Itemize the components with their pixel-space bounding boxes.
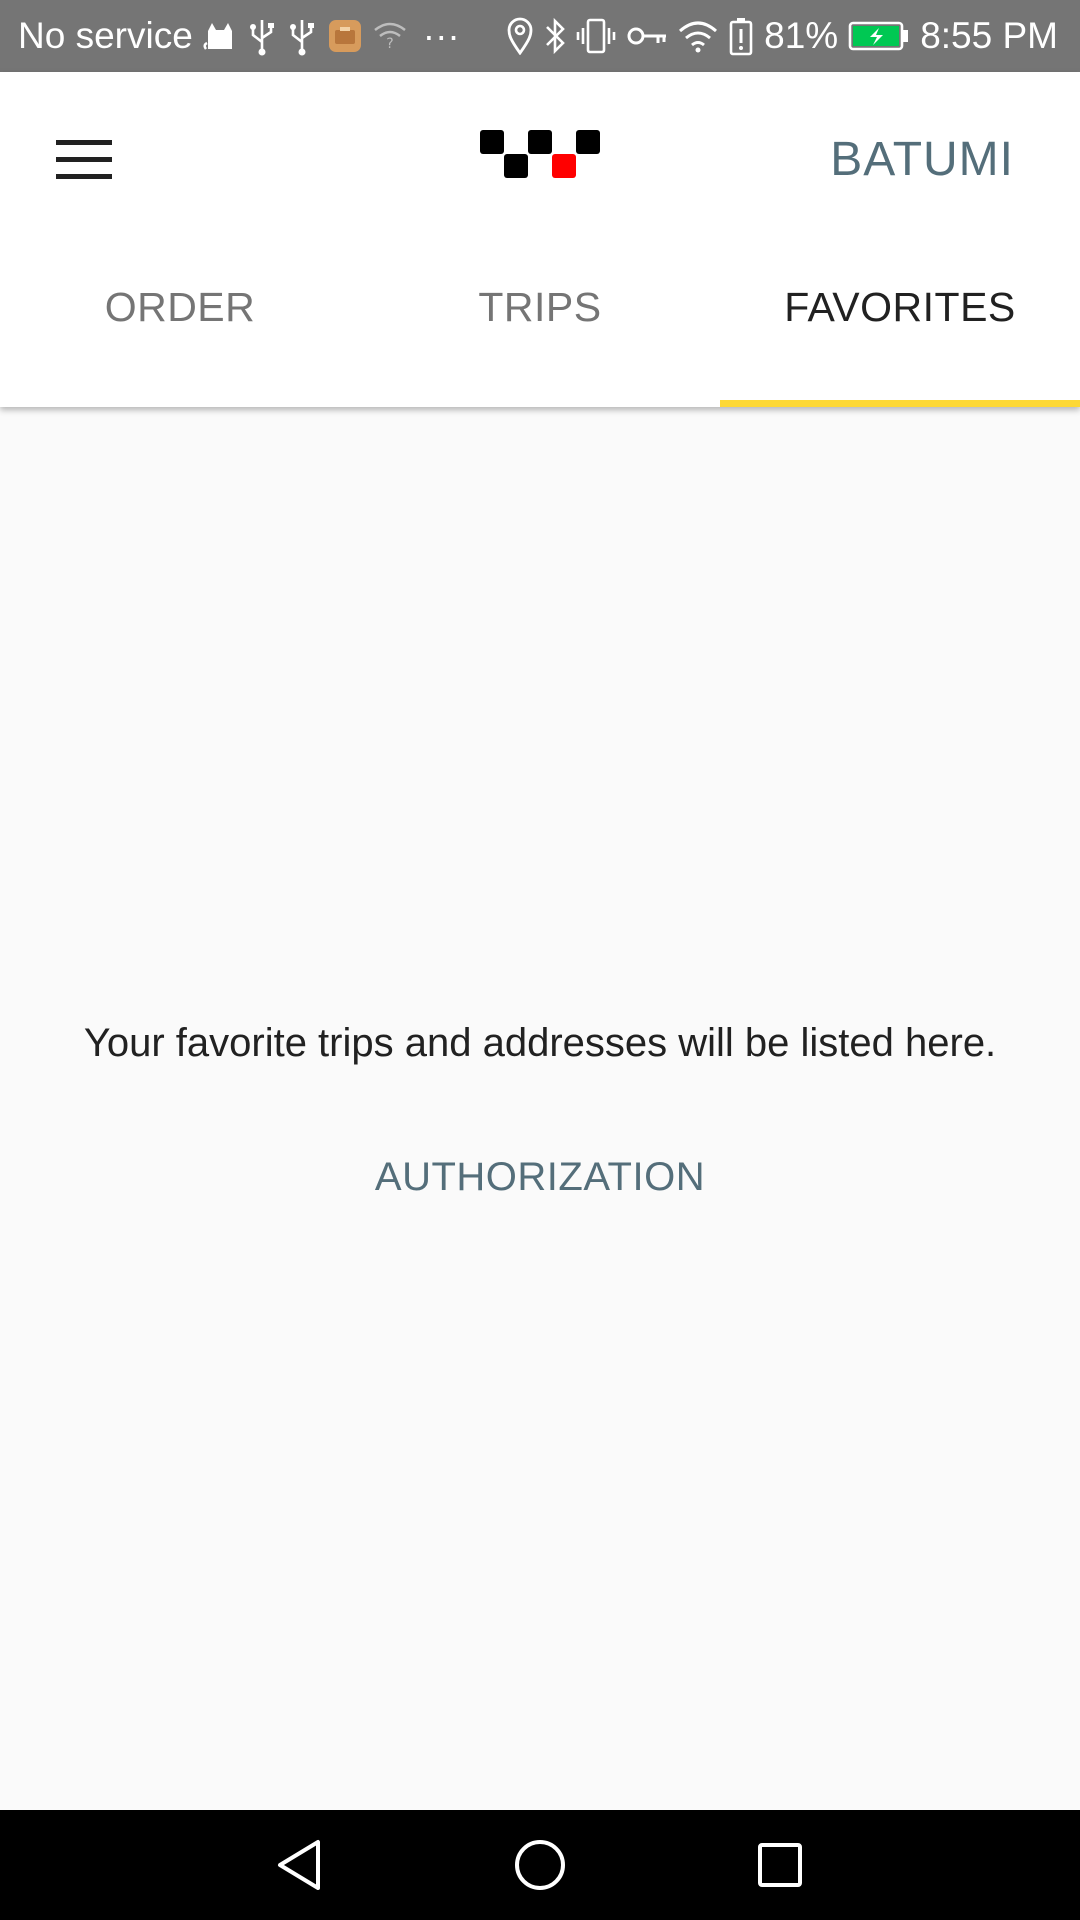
status-right-group: 81% 8:55 PM [506,0,1058,72]
tab-bar: ORDER TRIPS FAVORITES [0,262,1080,407]
usb-icon [287,0,317,72]
cat-icon [203,0,237,72]
authorization-button[interactable]: AUTHORIZATION [340,1142,740,1212]
svg-text:?: ? [386,36,393,51]
battery-percent: 81% [764,15,839,56]
status-left-group: No service ? ··· [18,0,460,72]
back-button[interactable] [240,1810,360,1920]
app-bar: BATUMI ORDER TRIPS FAVORITES [0,72,1080,407]
system-navigation-bar [0,1810,1080,1920]
clock: 8:55 PM [920,15,1058,56]
vibrate-icon [576,0,616,72]
back-icon [278,1840,320,1890]
wifi-question-icon: ? [373,0,407,72]
tab-order[interactable]: ORDER [0,262,360,407]
status-bar: No service ? ··· 81% 8:55 PM [0,0,1080,72]
hamburger-menu-icon [56,140,112,180]
tab-favorites[interactable]: FAVORITES [720,262,1080,407]
city-selector-button[interactable]: BATUMI [830,126,1014,194]
favorites-content: Your favorite trips and addresses will b… [0,407,1080,1810]
wifi-icon [678,0,718,72]
app-notification-icon [327,0,363,72]
tab-favorites-label: FAVORITES [784,284,1016,330]
menu-button[interactable] [40,116,128,204]
tab-trips[interactable]: TRIPS [360,262,720,407]
carrier-text: No service [18,15,193,56]
tab-order-label: ORDER [104,284,256,330]
battery-alert-icon [728,0,754,72]
tab-trips-label: TRIPS [478,284,602,330]
location-icon [506,0,534,72]
active-tab-indicator [720,400,1080,407]
home-icon [515,1840,565,1890]
vpn-key-icon [626,0,668,72]
recents-icon [758,1843,802,1887]
home-button[interactable] [480,1810,600,1920]
usb-icon [247,0,277,72]
battery-charging-icon [848,0,910,72]
checker-logo-icon [480,130,602,180]
empty-state-message: Your favorite trips and addresses will b… [83,1021,997,1065]
bluetooth-icon [544,0,566,72]
recents-button[interactable] [720,1810,840,1920]
more-icon: ··· [422,15,460,56]
